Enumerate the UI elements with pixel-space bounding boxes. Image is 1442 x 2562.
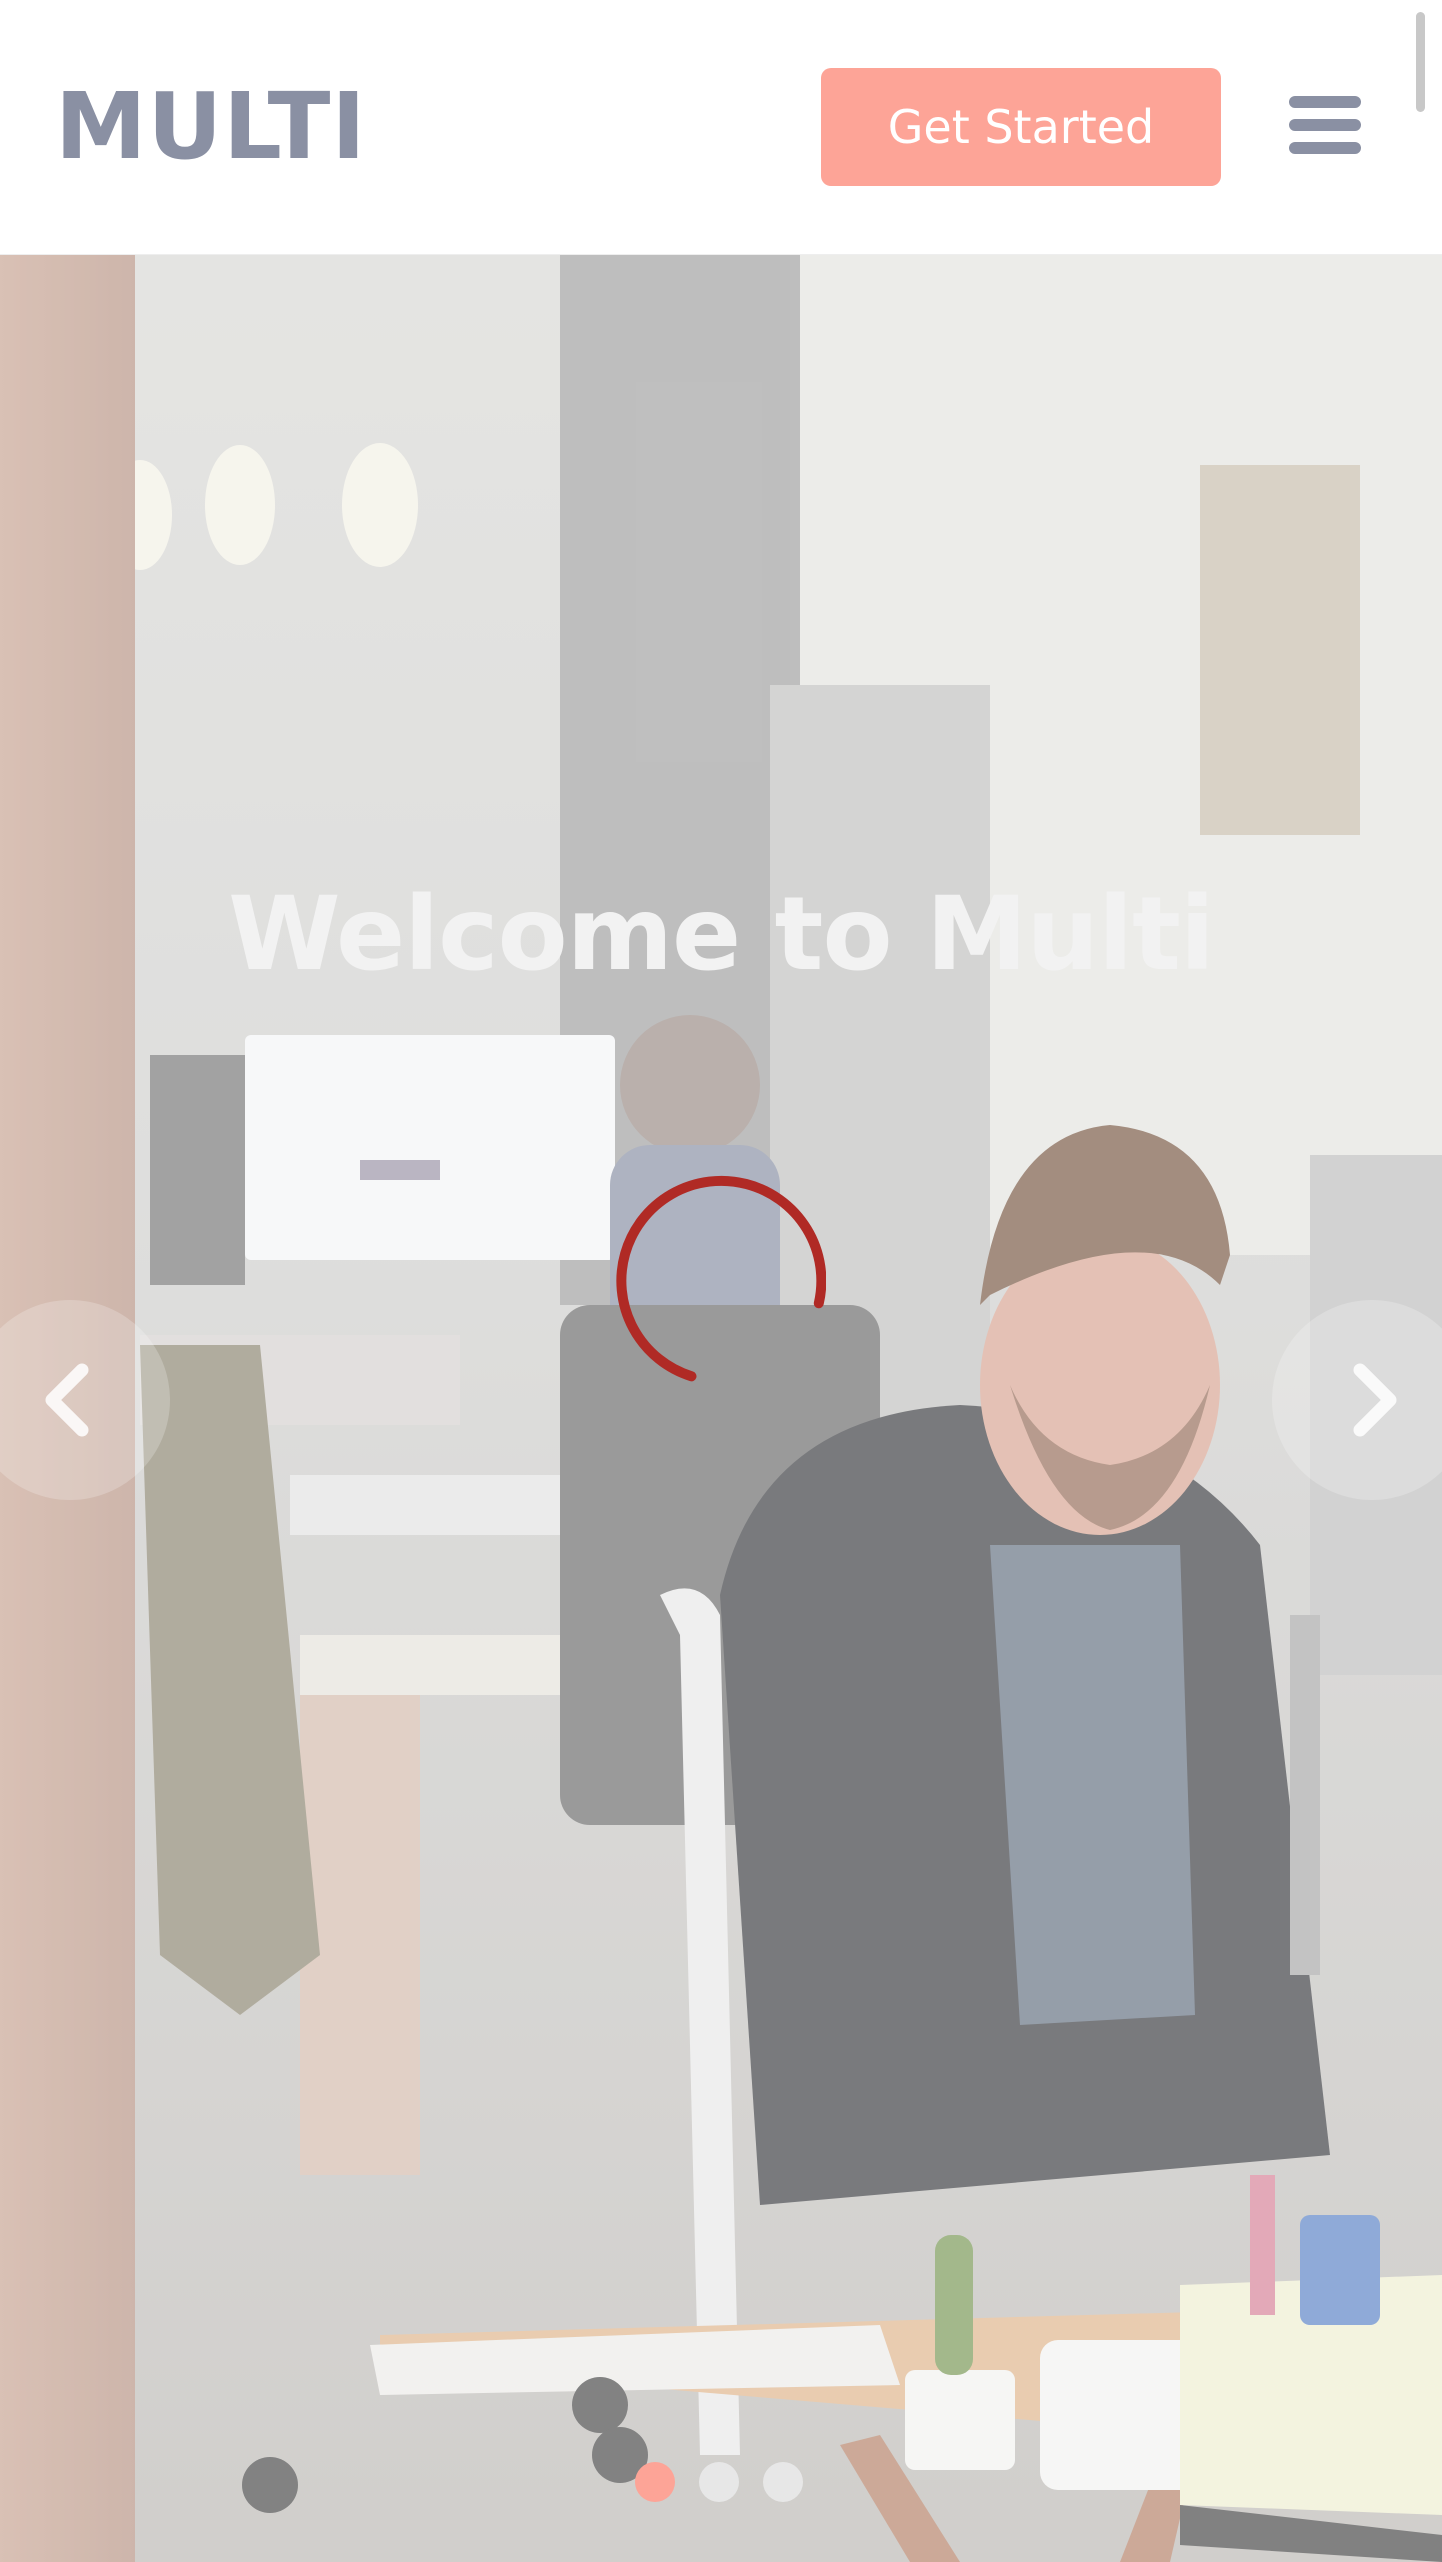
chevron-right-icon xyxy=(1353,1363,1397,1437)
slider-dot-3[interactable] xyxy=(763,2462,803,2502)
slider-next-button[interactable] xyxy=(1272,1300,1442,1500)
hero-slider: Welcome to Multi xyxy=(0,255,1442,2562)
loading-spinner-icon xyxy=(616,1175,826,1382)
slider-dot-1[interactable] xyxy=(635,2462,675,2502)
hero-overlay xyxy=(0,255,1442,2562)
get-started-button[interactable]: Get Started xyxy=(821,68,1221,186)
scrollbar-thumb[interactable] xyxy=(1416,12,1425,112)
slider-dot-2[interactable] xyxy=(699,2462,739,2502)
site-logo[interactable]: MULTI xyxy=(55,72,367,182)
slider-prev-button[interactable] xyxy=(0,1300,170,1500)
chevron-left-icon xyxy=(45,1363,89,1437)
hero-title: Welcome to Multi xyxy=(228,875,1215,994)
site-header: MULTI Get Started xyxy=(0,0,1442,255)
hamburger-menu-icon[interactable] xyxy=(1285,90,1365,160)
